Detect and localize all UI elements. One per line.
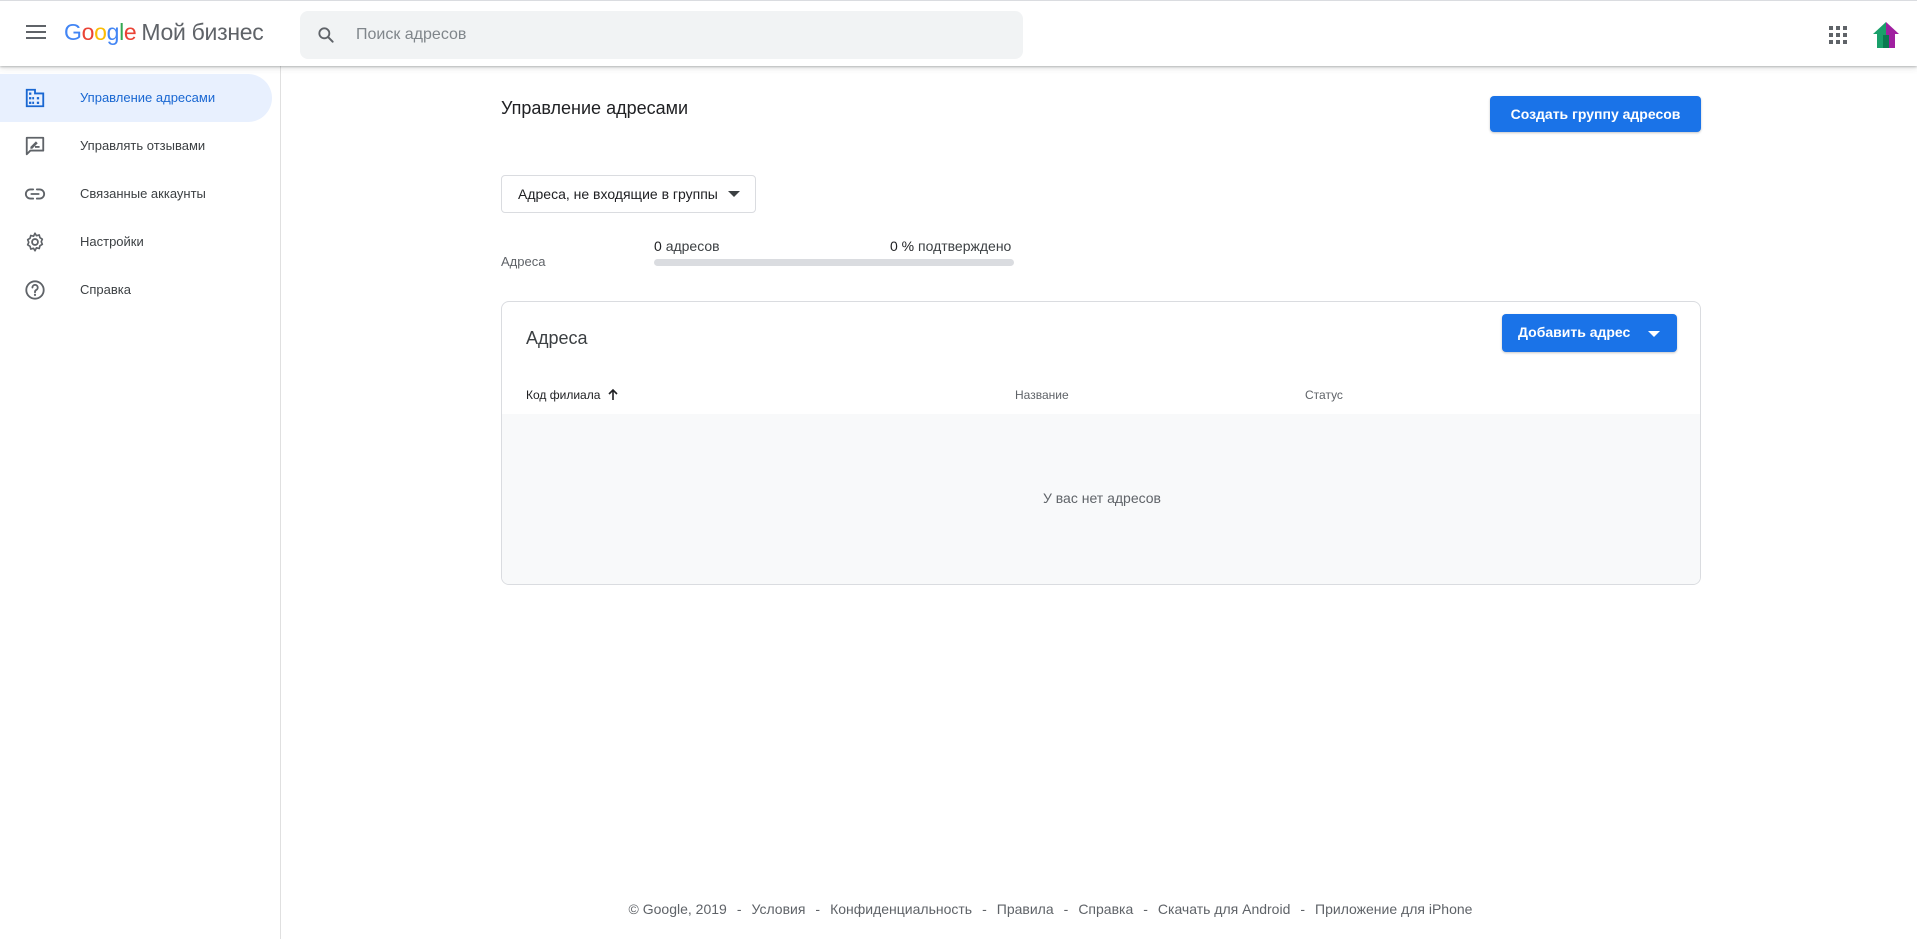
building-icon bbox=[25, 88, 45, 108]
sidebar-item-manage-locations[interactable]: Управление адресами bbox=[0, 74, 272, 122]
dropdown-caret-icon bbox=[1648, 331, 1660, 337]
footer-separator: - bbox=[1300, 901, 1306, 917]
help-icon bbox=[25, 280, 45, 300]
link-icon bbox=[24, 188, 46, 200]
footer-separator: - bbox=[1063, 901, 1069, 917]
hamburger-menu-icon[interactable] bbox=[22, 21, 50, 47]
locations-card: Адреса Добавить адрес Код филиала Назван… bbox=[501, 301, 1701, 585]
filter-selected-value: Адреса, не входящие в группы bbox=[518, 186, 718, 202]
google-my-business-logo[interactable]: Google Мой бизнес bbox=[64, 19, 264, 46]
footer: © Google, 2019- Условия - Конфиденциальност… bbox=[281, 901, 1917, 917]
verified-percentage: 0 % подтверждено bbox=[890, 238, 1011, 254]
footer-link-policies[interactable]: Правила bbox=[997, 901, 1054, 917]
account-avatar-icon[interactable] bbox=[1870, 19, 1902, 51]
empty-state-message: У вас нет адресов bbox=[1042, 490, 1161, 506]
sidebar-item-linked-accounts[interactable]: Связанные аккаунты bbox=[0, 170, 272, 218]
logo-letter: e bbox=[123, 19, 137, 45]
sidebar-item-label: Справка bbox=[80, 282, 131, 297]
card-title: Адреса bbox=[526, 328, 588, 348]
empty-table-state: У вас нет адресов bbox=[502, 414, 1700, 584]
logo-letter: G bbox=[64, 19, 82, 45]
top-app-bar: Google Мой бизнес bbox=[0, 0, 1917, 66]
locations-count-value: 0 bbox=[654, 238, 662, 254]
locations-count-unit: адресов bbox=[665, 238, 720, 254]
logo-letter: g bbox=[106, 19, 120, 45]
arrow-up-icon bbox=[608, 388, 618, 400]
sidebar-item-label: Управлять отзывами bbox=[80, 138, 206, 153]
verification-progress-bar bbox=[654, 259, 1014, 266]
sidebar-item-label: Связанные аккаунты bbox=[80, 186, 206, 201]
footer-link-help[interactable]: Справка bbox=[1078, 901, 1133, 917]
column-header-label: Код филиала bbox=[526, 388, 601, 402]
product-name: Мой бизнес bbox=[141, 19, 264, 45]
sidebar-item-label: Управление адресами bbox=[80, 90, 216, 105]
footer-link-iphone[interactable]: Приложение для iPhone bbox=[1315, 901, 1472, 917]
logo-letter: o bbox=[94, 19, 107, 45]
sidebar-item-help[interactable]: Справка bbox=[0, 266, 272, 314]
sidebar-item-manage-reviews[interactable]: Управлять отзывами bbox=[0, 122, 272, 170]
dropdown-caret-icon bbox=[728, 191, 740, 197]
footer-copyright: © Google, 2019 bbox=[628, 901, 727, 917]
column-header-status[interactable]: Статус bbox=[1305, 388, 1343, 402]
sidebar-item-settings[interactable]: Настройки bbox=[0, 218, 272, 266]
search-icon[interactable] bbox=[316, 25, 336, 45]
verified-percentage-value: 0 % bbox=[890, 238, 915, 254]
apps-grid-icon[interactable] bbox=[1826, 23, 1850, 47]
navigation-drawer: Управление адресами Управлять отзывами С… bbox=[0, 66, 281, 939]
footer-link-terms[interactable]: Условия bbox=[752, 901, 806, 917]
logo-letter: o bbox=[81, 19, 95, 45]
footer-link-android[interactable]: Скачать для Android bbox=[1158, 901, 1290, 917]
gear-icon bbox=[26, 232, 44, 252]
locations-count: 0 адресов bbox=[654, 238, 720, 254]
page-title: Управление адресами bbox=[501, 98, 689, 118]
search-box bbox=[300, 11, 1023, 59]
create-location-group-button[interactable]: Создать группу адресов bbox=[1490, 96, 1701, 132]
footer-separator: - bbox=[815, 901, 821, 917]
location-filter-dropdown[interactable]: Адреса, не входящие в группы bbox=[501, 175, 756, 213]
column-header-store-code[interactable]: Код филиала bbox=[526, 388, 620, 402]
verified-percentage-unit: подтверждено bbox=[918, 238, 1012, 254]
column-header-name[interactable]: Название bbox=[1015, 388, 1069, 402]
add-location-label: Добавить адрес bbox=[1518, 324, 1631, 340]
stats-label: Адреса bbox=[501, 254, 546, 269]
sidebar-item-label: Настройки bbox=[80, 234, 144, 249]
footer-link-privacy[interactable]: Конфиденциальность bbox=[830, 901, 972, 917]
footer-separator: - bbox=[1143, 901, 1148, 917]
search-input[interactable] bbox=[356, 11, 1006, 59]
add-location-button[interactable]: Добавить адрес bbox=[1502, 314, 1677, 352]
review-icon bbox=[25, 136, 45, 156]
footer-separator: - bbox=[982, 901, 987, 917]
footer-separator: - bbox=[736, 901, 742, 917]
